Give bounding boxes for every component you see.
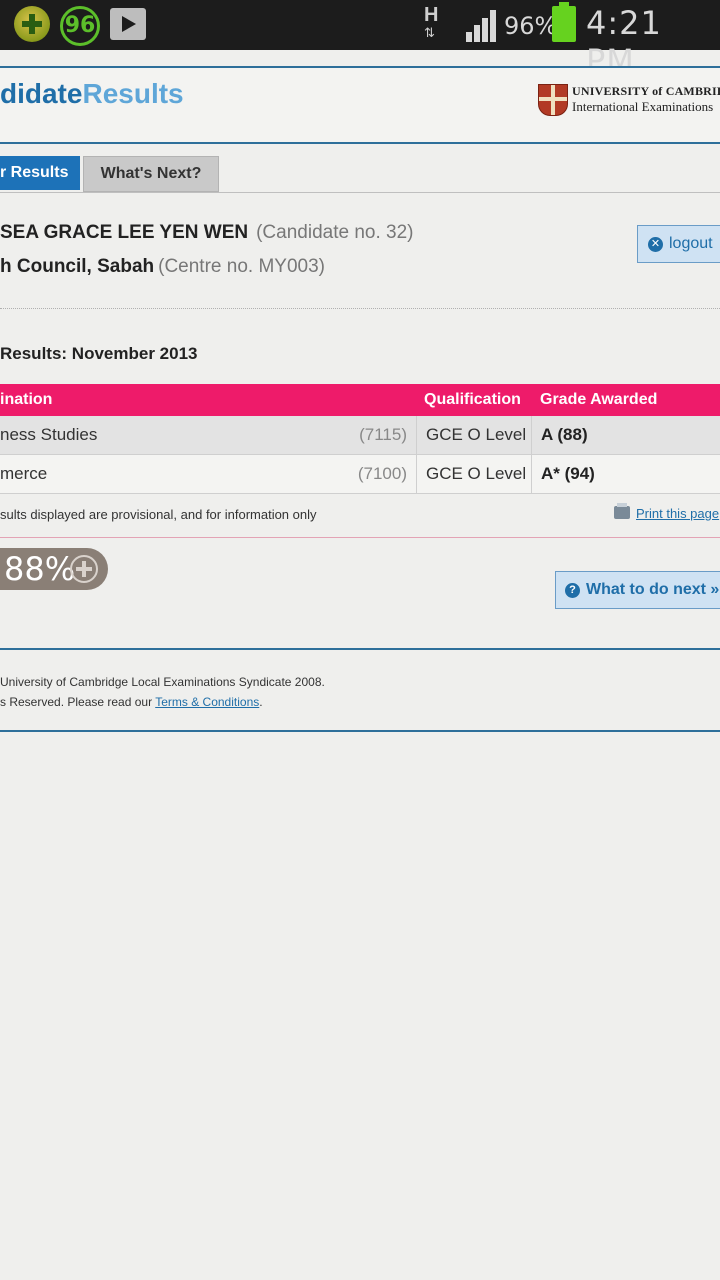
rights-text: s Reserved. Please read our <box>0 695 156 709</box>
subject-name: merce <box>0 464 48 483</box>
centre-number: (Centre no. MY003) <box>158 256 325 277</box>
table-header: ination Qualification Grade Awarded <box>0 384 720 416</box>
subject-code: (7115) <box>359 425 407 444</box>
table-row: merce (7100) GCE O Level A* (94) <box>0 455 720 494</box>
print-link[interactable]: Print this page <box>614 503 720 521</box>
print-label: Print this page <box>636 506 720 521</box>
tab-whats-next[interactable]: What's Next? <box>83 156 219 192</box>
status-bar: 96 H ⇅ 96% 4:21 PM <box>0 0 720 80</box>
signal-icon <box>466 10 500 42</box>
qualification: GCE O Level <box>416 416 532 454</box>
cambridge-logo: UNIVERSITY of CAMBRIDGE International Ex… <box>538 82 720 122</box>
next-label: What to do next » <box>586 581 720 598</box>
divider <box>0 308 720 309</box>
table-row: ness Studies (7115) GCE O Level A (88) <box>0 416 720 455</box>
what-to-do-next-button[interactable]: ? What to do next » <box>555 571 720 609</box>
logout-button[interactable]: ✕ logout <box>637 225 720 263</box>
help-circle-icon: ? <box>565 583 580 598</box>
logo-light-text: Results <box>82 78 184 109</box>
candidate-number: (Candidate no. 32) <box>256 222 414 243</box>
grade-awarded: A (88) <box>541 425 588 444</box>
battery-icon <box>552 2 576 42</box>
university-subtitle: International Examinations <box>572 99 714 114</box>
play-store-icon <box>110 8 146 40</box>
logout-label: logout <box>669 235 713 252</box>
zoom-in-icon[interactable] <box>70 555 98 583</box>
site-logo[interactable]: didateResults <box>0 78 184 110</box>
zoom-indicator[interactable]: 88% <box>0 548 108 590</box>
candidate-name: SEA GRACE LEE YEN WEN <box>0 222 249 243</box>
provisional-note: sults displayed are provisional, and for… <box>0 507 317 522</box>
header-examination: ination <box>0 391 53 408</box>
footer-divider <box>0 730 720 732</box>
tab-bar: r Results What's Next? <box>0 156 720 193</box>
header-grade: Grade Awarded <box>540 391 658 408</box>
close-circle-icon: ✕ <box>648 237 663 252</box>
printer-icon <box>614 503 630 519</box>
rights-line: s Reserved. Please read our Terms & Cond… <box>0 695 263 709</box>
network-icon: H ⇅ <box>424 4 439 40</box>
plus-app-icon <box>14 6 50 42</box>
candidate-name-line: SEA GRACE LEE YEN WEN (Candidate no. 32) <box>0 222 414 244</box>
tab-results[interactable]: r Results <box>0 156 80 190</box>
crest-icon <box>538 84 568 116</box>
qualification: GCE O Level <box>416 455 532 493</box>
subject-code: (7100) <box>357 464 407 483</box>
copyright-line: University of Cambridge Local Examinatio… <box>0 675 325 689</box>
university-name: UNIVERSITY of CAMBRIDGE <box>572 84 720 98</box>
results-table: ination Qualification Grade Awarded ness… <box>0 384 720 494</box>
centre-line: h Council, Sabah (Centre no. MY003) <box>0 256 325 278</box>
battery-percent: 96% <box>504 12 558 40</box>
rights-suffix: . <box>259 695 263 709</box>
header-qualification: Qualification <box>424 391 521 408</box>
results-title: Results: November 2013 <box>0 344 198 363</box>
logo-dark-text: didate <box>0 78 83 109</box>
divider <box>0 537 720 538</box>
notification-badge: 96 <box>60 6 100 46</box>
footer-divider <box>0 648 720 650</box>
grade-awarded: A* (94) <box>541 464 595 483</box>
zoom-level: 88% <box>4 550 76 588</box>
centre-name: h Council, Sabah <box>0 256 155 277</box>
site-header: didateResults UNIVERSITY of CAMBRIDGE In… <box>0 66 720 144</box>
terms-link[interactable]: Terms & Conditions <box>155 695 259 709</box>
subject-name: ness Studies <box>0 425 98 444</box>
